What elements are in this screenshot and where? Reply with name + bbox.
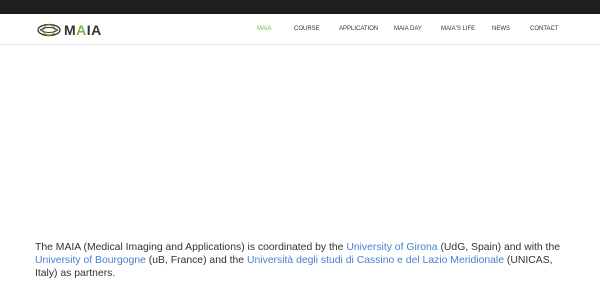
intro-paragraph: The MAIA (Medical Imaging and Applicatio… — [35, 241, 565, 280]
nav-item-maia[interactable]: MAIA — [257, 25, 272, 33]
link-university-of-girona[interactable]: University of Girona — [346, 242, 437, 253]
top-bar — [0, 0, 600, 14]
nav-item-application[interactable]: APPLICATION — [339, 25, 378, 33]
intro-text-2: (UdG, Spain) and with the — [437, 242, 561, 253]
link-university-of-bourgogne[interactable]: University of Bourgogne — [35, 255, 146, 266]
intro-text-1: The MAIA (Medical Imaging and Applicatio… — [35, 242, 347, 253]
nav-item-contact[interactable]: CONTACT — [530, 25, 559, 33]
nav-item-course[interactable]: COURSE — [294, 25, 320, 33]
nav-item-news[interactable]: NEWS — [492, 25, 510, 33]
link-universita-cassino[interactable]: Università degli studi di Cassino e del … — [247, 255, 504, 266]
nav-item-maias-life[interactable]: MAIA'S LIFE — [441, 25, 475, 33]
intro-text-3: (uB, France) and the — [145, 255, 247, 266]
main-nav: MAIA COURSE APPLICATION MAIA DAY MAIA'S … — [0, 14, 600, 44]
nav-item-maia-day[interactable]: MAIA DAY — [394, 25, 422, 33]
